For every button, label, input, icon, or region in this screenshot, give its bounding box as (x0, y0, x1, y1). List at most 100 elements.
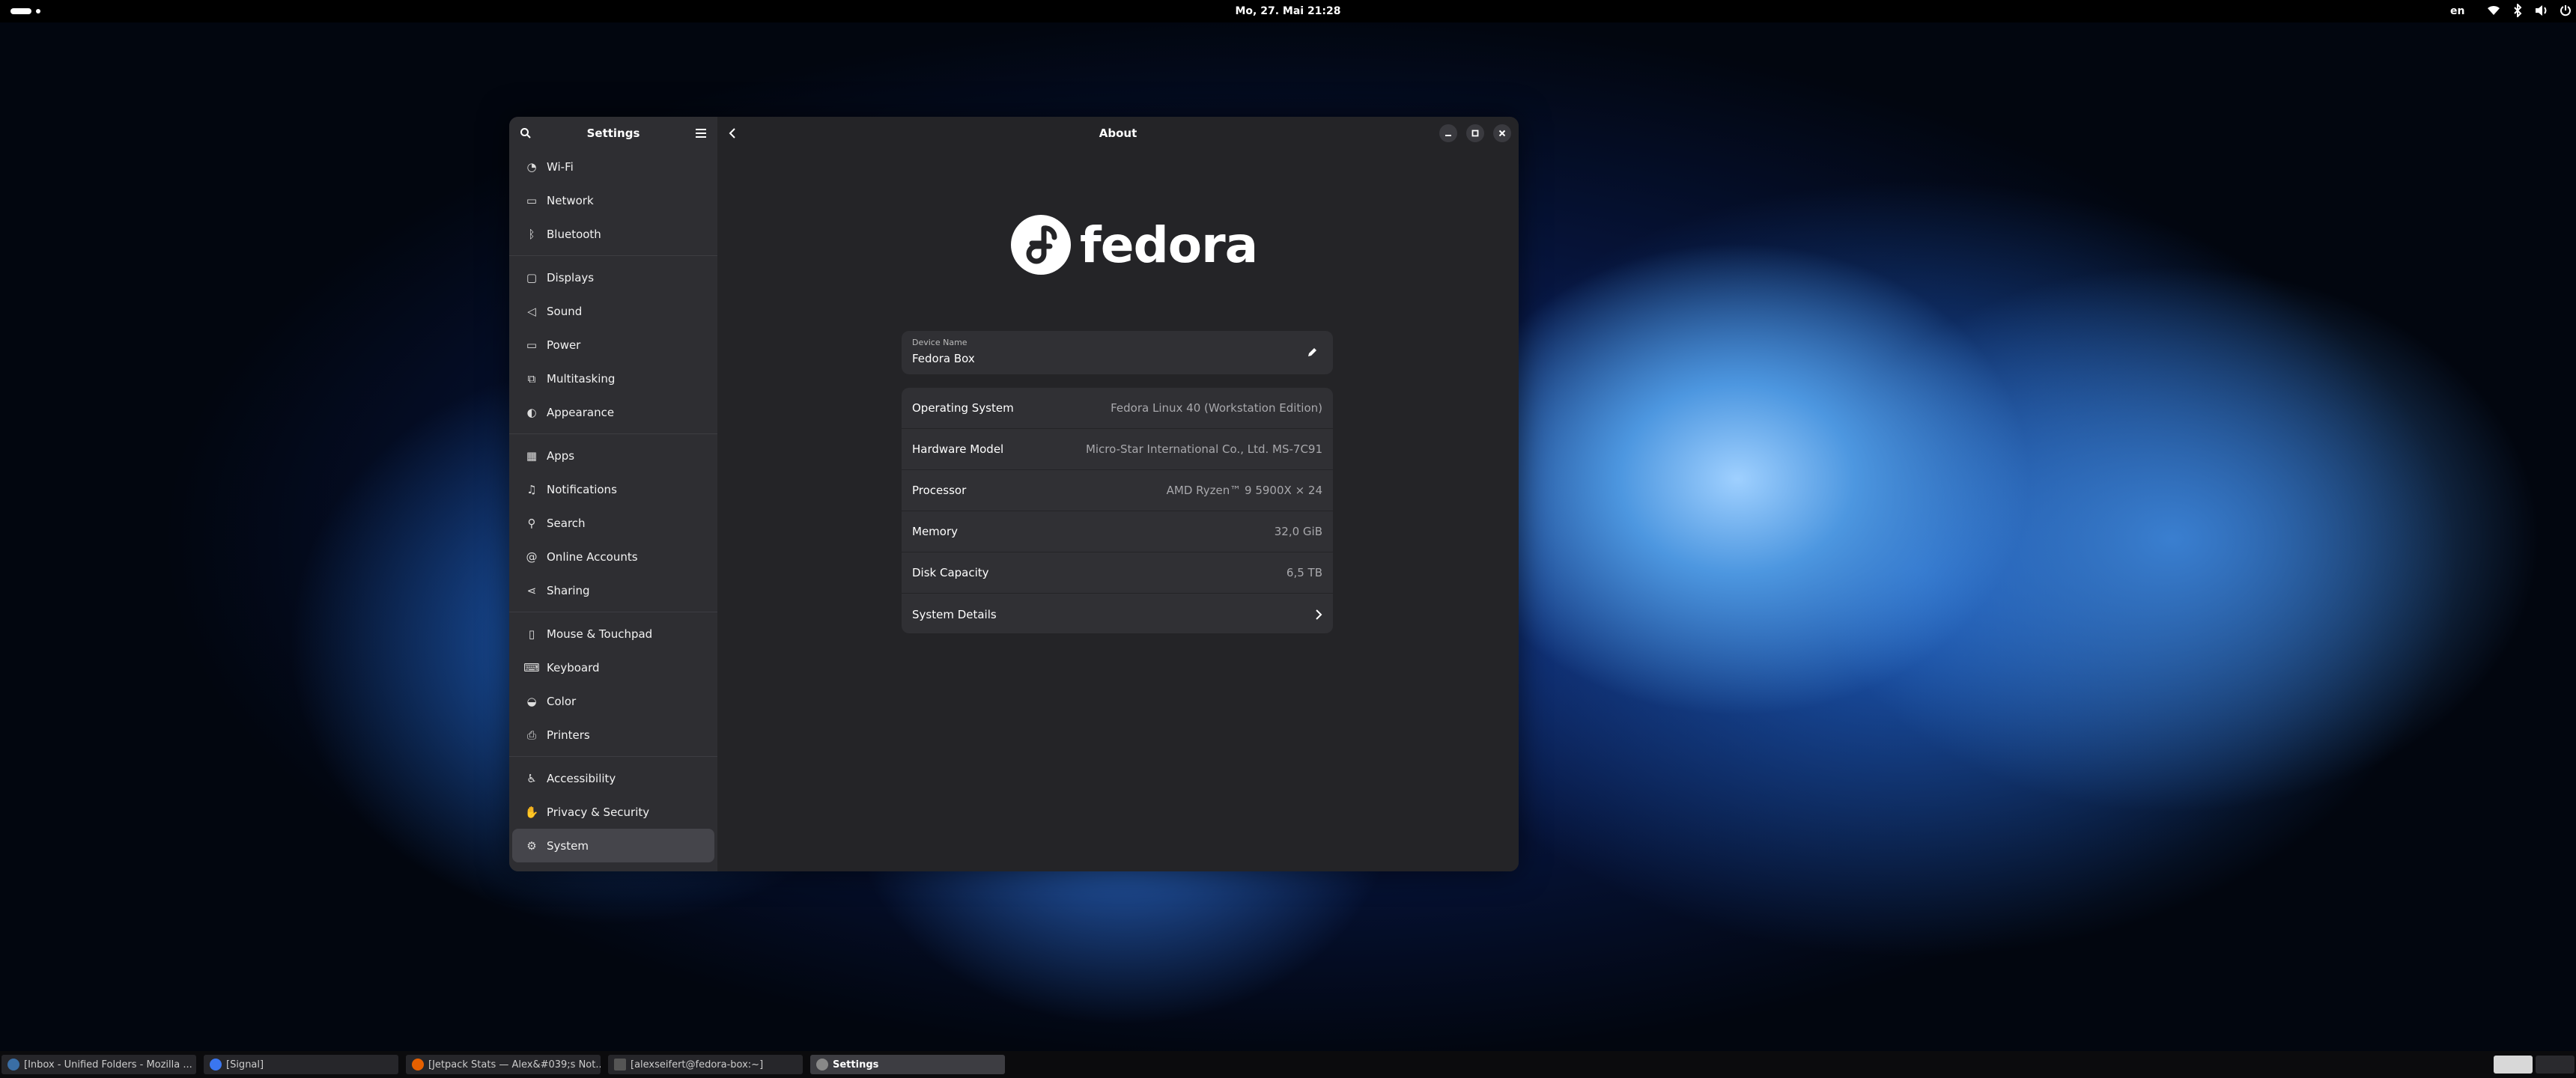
system-info-list: Operating System Fedora Linux 40 (Worksta… (902, 388, 1333, 633)
row-label: Disk Capacity (912, 566, 989, 579)
sidebar-item-printers[interactable]: ⎙ Printers (512, 718, 714, 752)
wifi-icon: ◔ (526, 159, 537, 174)
fedora-logo-text: fedora (1080, 216, 1258, 274)
thunderbird-icon (7, 1059, 19, 1071)
sidebar-item-apps[interactable]: ▦ Apps (512, 439, 714, 472)
privacy-icon: ✋ (524, 805, 539, 819)
close-icon (1498, 130, 1506, 137)
workspace-switcher[interactable] (2536, 1056, 2575, 1074)
device-name-field[interactable]: Device Name Fedora Box (902, 331, 1333, 374)
color-icon: ◒ (526, 694, 537, 708)
mouse-icon: ▯ (528, 627, 535, 641)
sidebar-item-appearance[interactable]: ◐ Appearance (512, 395, 714, 429)
sidebar-item-label: System (547, 838, 589, 853)
at-icon: @ (526, 549, 538, 564)
wifi-icon (2486, 3, 2501, 18)
page-title: About (1099, 127, 1137, 140)
minimize-icon (1445, 135, 1451, 136)
sidebar-item-power[interactable]: ▭ Power (512, 328, 714, 362)
sidebar-item-label: Accessibility (547, 771, 616, 785)
info-row-hardware-model: Hardware Model Micro-Star International C… (902, 429, 1333, 470)
sidebar-item-system[interactable]: ⚙ System (512, 829, 714, 862)
sidebar-item-displays[interactable]: ▢ Displays (512, 261, 714, 294)
taskbar-item-signal[interactable]: [Signal] (204, 1055, 398, 1074)
accessibility-icon: ♿ (526, 771, 537, 785)
sidebar-item-label: Apps (547, 448, 575, 463)
about-page: About fedora Device Name Fedora Box Oper… (717, 117, 1519, 871)
printer-icon: ⎙ (526, 728, 536, 742)
sidebar-item-label: Keyboard (547, 660, 600, 674)
close-button[interactable] (1493, 124, 1511, 142)
row-value: 6,5 TB (1286, 566, 1322, 579)
sidebar-item-color[interactable]: ◒ Color (512, 684, 714, 718)
hamburger-icon (696, 129, 706, 138)
sidebar-item-sound[interactable]: ◁ Sound (512, 294, 714, 328)
minimize-button[interactable] (1439, 124, 1457, 142)
edit-device-name-button[interactable] (1303, 344, 1321, 362)
sidebar-item-label: Multitasking (547, 371, 616, 386)
sidebar-item-label: Search (547, 516, 586, 530)
bluetooth-icon (2510, 3, 2525, 18)
keyboard-layout-indicator[interactable]: en (2450, 5, 2464, 17)
sidebar-item-wifi[interactable]: ◔ Wi-Fi (512, 150, 714, 183)
sidebar-item-label: Network (547, 193, 594, 207)
bell-icon: ♫ (526, 482, 537, 496)
info-row-memory: Memory 32,0 GiB (902, 511, 1333, 552)
search-icon: ⚲ (527, 516, 536, 530)
sidebar: Settings ◔ Wi-Fi ▭ Network ᛒ Bluetooth ▢ Dis… (509, 117, 717, 871)
sidebar-item-accessibility[interactable]: ♿ Accessibility (512, 761, 714, 795)
sidebar-item-network[interactable]: ▭ Network (512, 183, 714, 217)
volume-icon (2534, 3, 2549, 18)
task-label: [Jetpack Stats — Alex&#039;s Not... (428, 1059, 601, 1071)
sidebar-item-label: Bluetooth (547, 227, 601, 241)
taskbar: [Inbox - Unified Folders - Mozilla ... [… (0, 1051, 2576, 1078)
network-icon: ▭ (526, 193, 538, 207)
info-row-disk-capacity: Disk Capacity 6,5 TB (902, 552, 1333, 594)
info-row-processor: Processor AMD Ryzen™ 9 5900X × 24 (902, 470, 1333, 511)
taskbar-item-terminal[interactable]: [alexseifert@fedora-box:~] (608, 1055, 803, 1074)
top-bar: Mo, 27. Mai 21:28 en (0, 0, 2576, 22)
taskbar-item-thunderbird[interactable]: [Inbox - Unified Folders - Mozilla ... (1, 1055, 196, 1074)
row-value: Micro-Star International Co., Ltd. MS-7C… (1085, 442, 1322, 456)
bluetooth-icon: ᛒ (528, 227, 535, 241)
task-label: [Signal] (226, 1059, 264, 1071)
sidebar-item-search[interactable]: ⚲ Search (512, 506, 714, 540)
sidebar-item-sharing[interactable]: ⋖ Sharing (512, 573, 714, 607)
sidebar-item-bluetooth[interactable]: ᛒ Bluetooth (512, 217, 714, 251)
sidebar-item-label: Printers (547, 728, 590, 742)
row-value: Fedora Linux 40 (Workstation Edition) (1111, 401, 1322, 415)
gear-icon (816, 1059, 828, 1071)
sidebar-title: Settings (586, 127, 640, 140)
sidebar-item-keyboard[interactable]: ⌨ Keyboard (512, 651, 714, 684)
device-name-value[interactable]: Fedora Box (912, 352, 975, 365)
maximize-button[interactable] (1466, 124, 1484, 142)
sidebar-divider (509, 433, 717, 434)
sidebar-item-mouse-touchpad[interactable]: ▯ Mouse & Touchpad (512, 617, 714, 651)
row-label: Hardware Model (912, 442, 1004, 456)
task-label: [alexseifert@fedora-box:~] (631, 1059, 764, 1071)
sidebar-item-label: Displays (547, 270, 595, 284)
terminal-icon (614, 1059, 626, 1071)
sidebar-item-online-accounts[interactable]: @ Online Accounts (512, 540, 714, 573)
clock[interactable]: Mo, 27. Mai 21:28 (0, 5, 2576, 17)
info-row-system-details[interactable]: System Details (902, 594, 1333, 635)
row-value: 32,0 GiB (1274, 525, 1322, 538)
sidebar-item-label: Mouse & Touchpad (547, 627, 653, 641)
sidebar-header: Settings (509, 117, 717, 150)
sidebar-item-multitasking[interactable]: ⧉ Multitasking (512, 362, 714, 395)
appearance-icon: ◐ (526, 405, 537, 419)
sidebar-divider (509, 756, 717, 757)
multitasking-icon: ⧉ (527, 371, 536, 386)
sidebar-item-notifications[interactable]: ♫ Notifications (512, 472, 714, 506)
taskbar-item-settings[interactable]: Settings (810, 1055, 1005, 1074)
sidebar-item-privacy-security[interactable]: ✋ Privacy & Security (512, 795, 714, 829)
workspace-switcher-active[interactable] (2494, 1056, 2533, 1074)
power-icon: ▭ (526, 338, 538, 352)
sidebar-list: ◔ Wi-Fi ▭ Network ᛒ Bluetooth ▢ Displays ◁ So… (509, 150, 717, 862)
settings-window: Settings ◔ Wi-Fi ▭ Network ᛒ Bluetooth ▢ Dis… (509, 117, 1519, 871)
row-label: Operating System (912, 401, 1014, 415)
main-menu-button[interactable] (690, 123, 711, 144)
system-tray[interactable] (2486, 3, 2573, 18)
taskbar-item-firefox[interactable]: [Jetpack Stats — Alex&#039;s Not... (406, 1055, 601, 1074)
pencil-icon (1308, 348, 1316, 356)
